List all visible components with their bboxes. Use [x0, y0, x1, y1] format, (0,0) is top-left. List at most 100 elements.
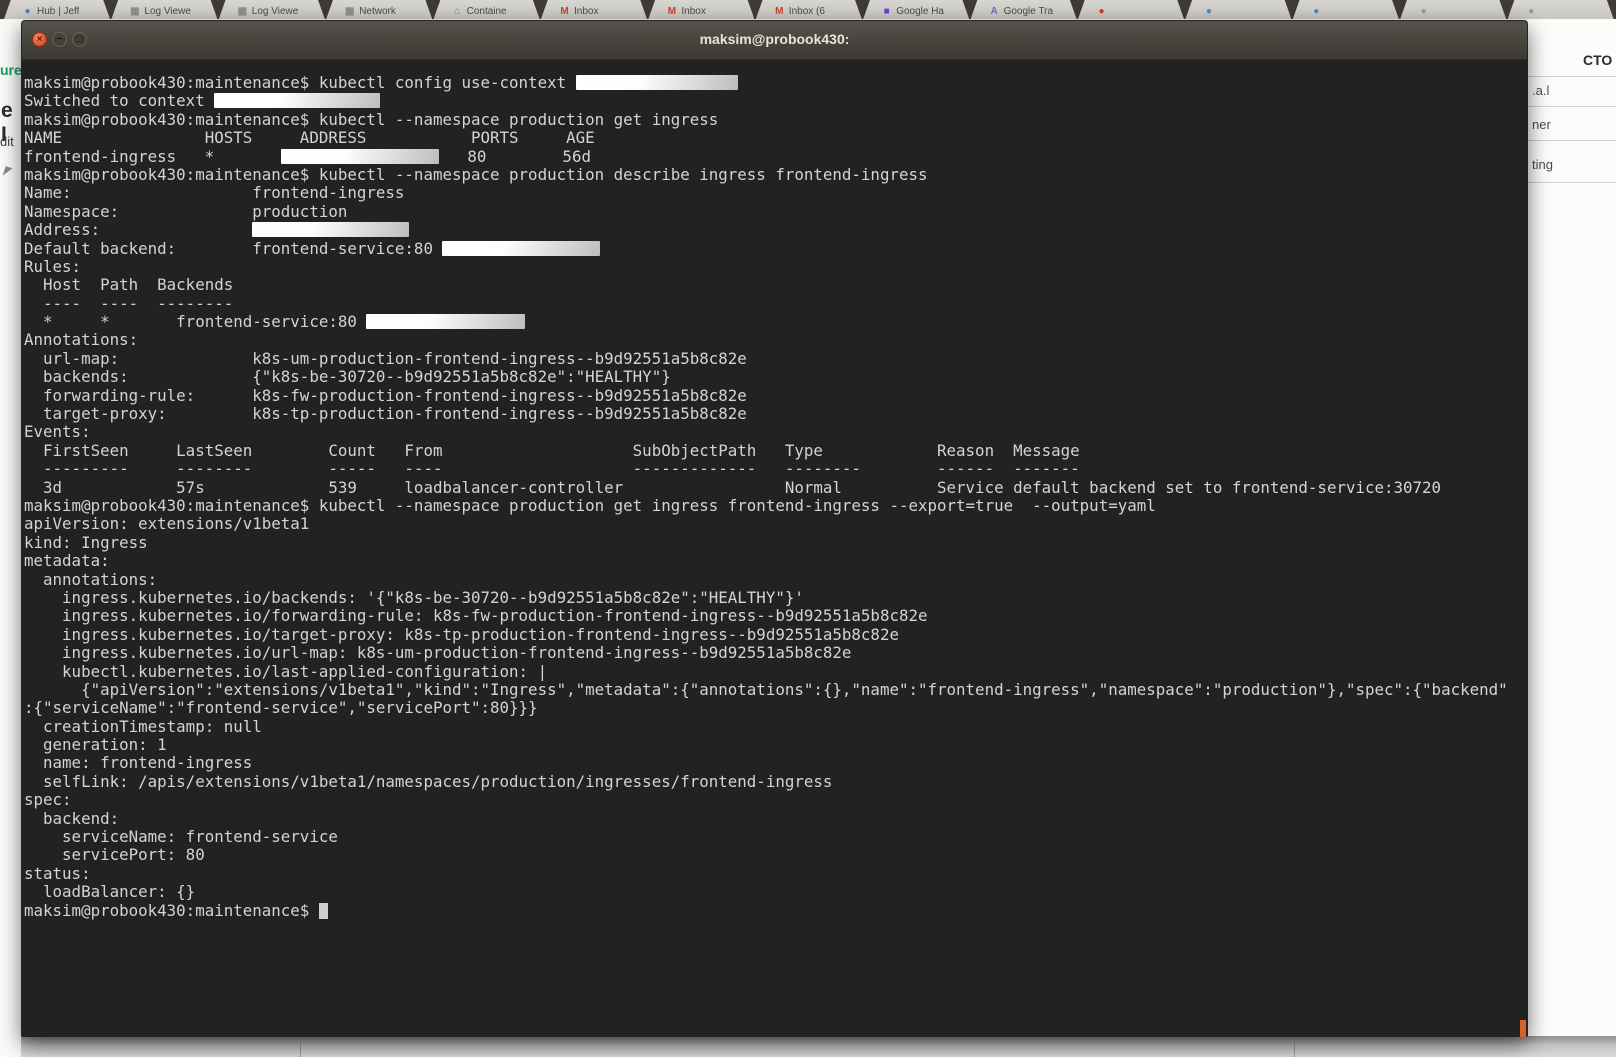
- scroll-indicator[interactable]: [1520, 1020, 1526, 1037]
- gmail-favicon: M: [774, 6, 785, 17]
- terminal-line: --------- -------- ----- ---- ----------…: [24, 460, 1527, 478]
- circle-favicon: ●: [1418, 6, 1429, 17]
- terminal-text: backend:: [24, 809, 119, 828]
- circle-favicon: ●: [1526, 6, 1537, 17]
- browser-tab[interactable]: ■ Google Ha: [863, 0, 969, 19]
- circle-favicon: ●: [1203, 6, 1214, 17]
- divider: [1528, 140, 1616, 141]
- browser-tab[interactable]: ▦ Network: [326, 0, 432, 19]
- terminal-text: NAME HOSTS ADDRESS PORTS AGE: [24, 128, 595, 147]
- terminal-text: maksim@probook430:maintenance$ kubectl -…: [24, 165, 928, 184]
- terminal-line: Events:: [24, 423, 1527, 441]
- terminal-output: maksim@probook430:maintenance$ kubectl c…: [24, 74, 1527, 920]
- terminal-text: servicePort: 80: [24, 845, 205, 864]
- terminal-text: backends: {"k8s-be-30720--b9d92551a5b8c8…: [24, 367, 671, 386]
- terminal-text: ingress.kubernetes.io/forwarding-rule: k…: [24, 606, 928, 625]
- terminal-line: ingress.kubernetes.io/forwarding-rule: k…: [24, 607, 1527, 625]
- browser-tab[interactable]: ▦Log Viewe: [111, 0, 217, 19]
- right-page-edge: CTO .a.l ner ting: [1528, 19, 1616, 1057]
- browser-tab[interactable]: ●: [1293, 0, 1399, 19]
- terminal-line: backends: {"k8s-be-30720--b9d92551a5b8c8…: [24, 368, 1527, 386]
- circle-favicon: ●: [1096, 6, 1107, 17]
- terminal-text: name: frontend-ingress: [24, 753, 252, 772]
- terminal-text: ingress.kubernetes.io/url-map: k8s-um-pr…: [24, 643, 851, 662]
- terminal-text: Address:: [24, 220, 252, 239]
- terminal-line: creationTimestamp: null: [24, 718, 1527, 736]
- window-title: maksim@probook430:: [22, 31, 1527, 47]
- terminal-line: maksim@probook430:maintenance$ kubectl -…: [24, 166, 1527, 184]
- tab-label: Network: [359, 6, 396, 17]
- terminal-line: kind: Ingress: [24, 534, 1527, 552]
- terminal-text: Namespace: production: [24, 202, 347, 221]
- terminal-text: Switched to context: [24, 91, 214, 110]
- terminal-text: serviceName: frontend-service: [24, 827, 338, 846]
- redaction-box: [442, 241, 600, 256]
- bottom-page-edge: [21, 1036, 1616, 1057]
- terminal-text: target-proxy: k8s-tp-production-frontend…: [24, 404, 747, 423]
- terminal-text: apiVersion: extensions/v1beta1: [24, 514, 309, 533]
- terminal-line: frontend-ingress * 80 56d: [24, 148, 1527, 166]
- terminal-text: url-map: k8s-um-production-frontend-ingr…: [24, 349, 747, 368]
- terminal-line: backend:: [24, 810, 1527, 828]
- terminal-text: Annotations:: [24, 330, 138, 349]
- browser-tab[interactable]: ●: [1078, 0, 1184, 19]
- terminal-text: Name: frontend-ingress: [24, 183, 404, 202]
- left-edge-link-fragment: dit: [0, 134, 14, 149]
- terminal-text: annotations:: [24, 570, 157, 589]
- gmail-favicon: M: [559, 6, 570, 17]
- terminal-line: loadBalancer: {}: [24, 883, 1527, 901]
- terminal-body[interactable]: maksim@probook430:maintenance$ kubectl c…: [22, 60, 1527, 1037]
- right-edge-list-item: .a.l: [1532, 83, 1549, 98]
- terminal-text: Host Path Backends: [24, 275, 233, 294]
- browser-tab[interactable]: AGoogle Tra: [971, 0, 1077, 19]
- terminal-line: ingress.kubernetes.io/backends: '{"k8s-b…: [24, 589, 1527, 607]
- browser-tab-strip: ●Hub | Jeff▦Log Viewe▦Log Viewe▦Network⌂…: [0, 0, 1616, 19]
- terminal-text: forwarding-rule: k8s-fw-production-front…: [24, 386, 747, 405]
- browser-tab[interactable]: ●: [1185, 0, 1291, 19]
- browser-tab[interactable]: MInbox (6: [756, 0, 862, 19]
- browser-tab[interactable]: ●: [1400, 0, 1506, 19]
- browser-tab[interactable]: ●: [1508, 0, 1614, 19]
- terminal-line: forwarding-rule: k8s-fw-production-front…: [24, 387, 1527, 405]
- grid-favicon: ▦: [344, 6, 355, 17]
- terminal-line: status:: [24, 865, 1527, 883]
- terminal-text: :{"serviceName":"frontend-service","serv…: [24, 698, 538, 717]
- terminal-text: frontend-ingress *: [24, 147, 281, 166]
- divider: [300, 1036, 301, 1057]
- terminal-text: * * frontend-service:80: [24, 312, 366, 331]
- terminal-text: maksim@probook430:maintenance$ kubectl -…: [24, 496, 1156, 515]
- terminal-line: maksim@probook430:maintenance$ kubectl -…: [24, 111, 1527, 129]
- terminal-text: ---- ---- --------: [24, 294, 233, 313]
- square-favicon: ■: [881, 6, 892, 17]
- terminal-text: 80 56d: [439, 147, 591, 166]
- circle-favicon: ●: [1311, 6, 1322, 17]
- terminal-line: Default backend: frontend-service:80: [24, 240, 1527, 258]
- terminal-text: ingress.kubernetes.io/target-proxy: k8s-…: [24, 625, 899, 644]
- right-edge-list-item: ner: [1532, 117, 1551, 132]
- tab-label: Inbox: [574, 6, 598, 17]
- browser-tab[interactable]: M Inbox: [541, 0, 647, 19]
- screen: ure e I dit CTO .a.l ner ting ●Hub | Jef…: [0, 0, 1616, 1057]
- gmail-favicon: M: [666, 6, 677, 17]
- terminal-line: Switched to context: [24, 92, 1527, 110]
- terminal-text: Default backend: frontend-service:80: [24, 239, 442, 258]
- divider: [1528, 182, 1616, 183]
- redaction-box: [366, 314, 525, 329]
- grid-favicon: ▦: [237, 6, 248, 17]
- browser-tab[interactable]: ●Hub | Jeff: [4, 0, 110, 19]
- tab-label: Containe: [467, 6, 507, 17]
- terminal-line: maksim@probook430:maintenance$: [24, 902, 1527, 920]
- terminal-titlebar[interactable]: × − □ maksim@probook430:: [22, 21, 1527, 60]
- terminal-text: maksim@probook430:maintenance$ kubectl -…: [24, 110, 718, 129]
- terminal-text: creationTimestamp: null: [24, 717, 262, 736]
- terminal-line: metadata:: [24, 552, 1527, 570]
- translate-favicon: A: [989, 6, 1000, 17]
- terminal-line: 3d 57s 539 loadbalancer-controller Norma…: [24, 479, 1527, 497]
- terminal-line: name: frontend-ingress: [24, 754, 1527, 772]
- browser-tab[interactable]: ▦Log Viewe: [219, 0, 325, 19]
- tab-label: Google Ha: [896, 6, 944, 17]
- terminal-text: maksim@probook430:maintenance$: [24, 901, 319, 920]
- browser-tab[interactable]: MInbox: [648, 0, 754, 19]
- browser-tab[interactable]: ⌂Containe: [434, 0, 540, 19]
- grid-favicon: ▦: [129, 6, 140, 17]
